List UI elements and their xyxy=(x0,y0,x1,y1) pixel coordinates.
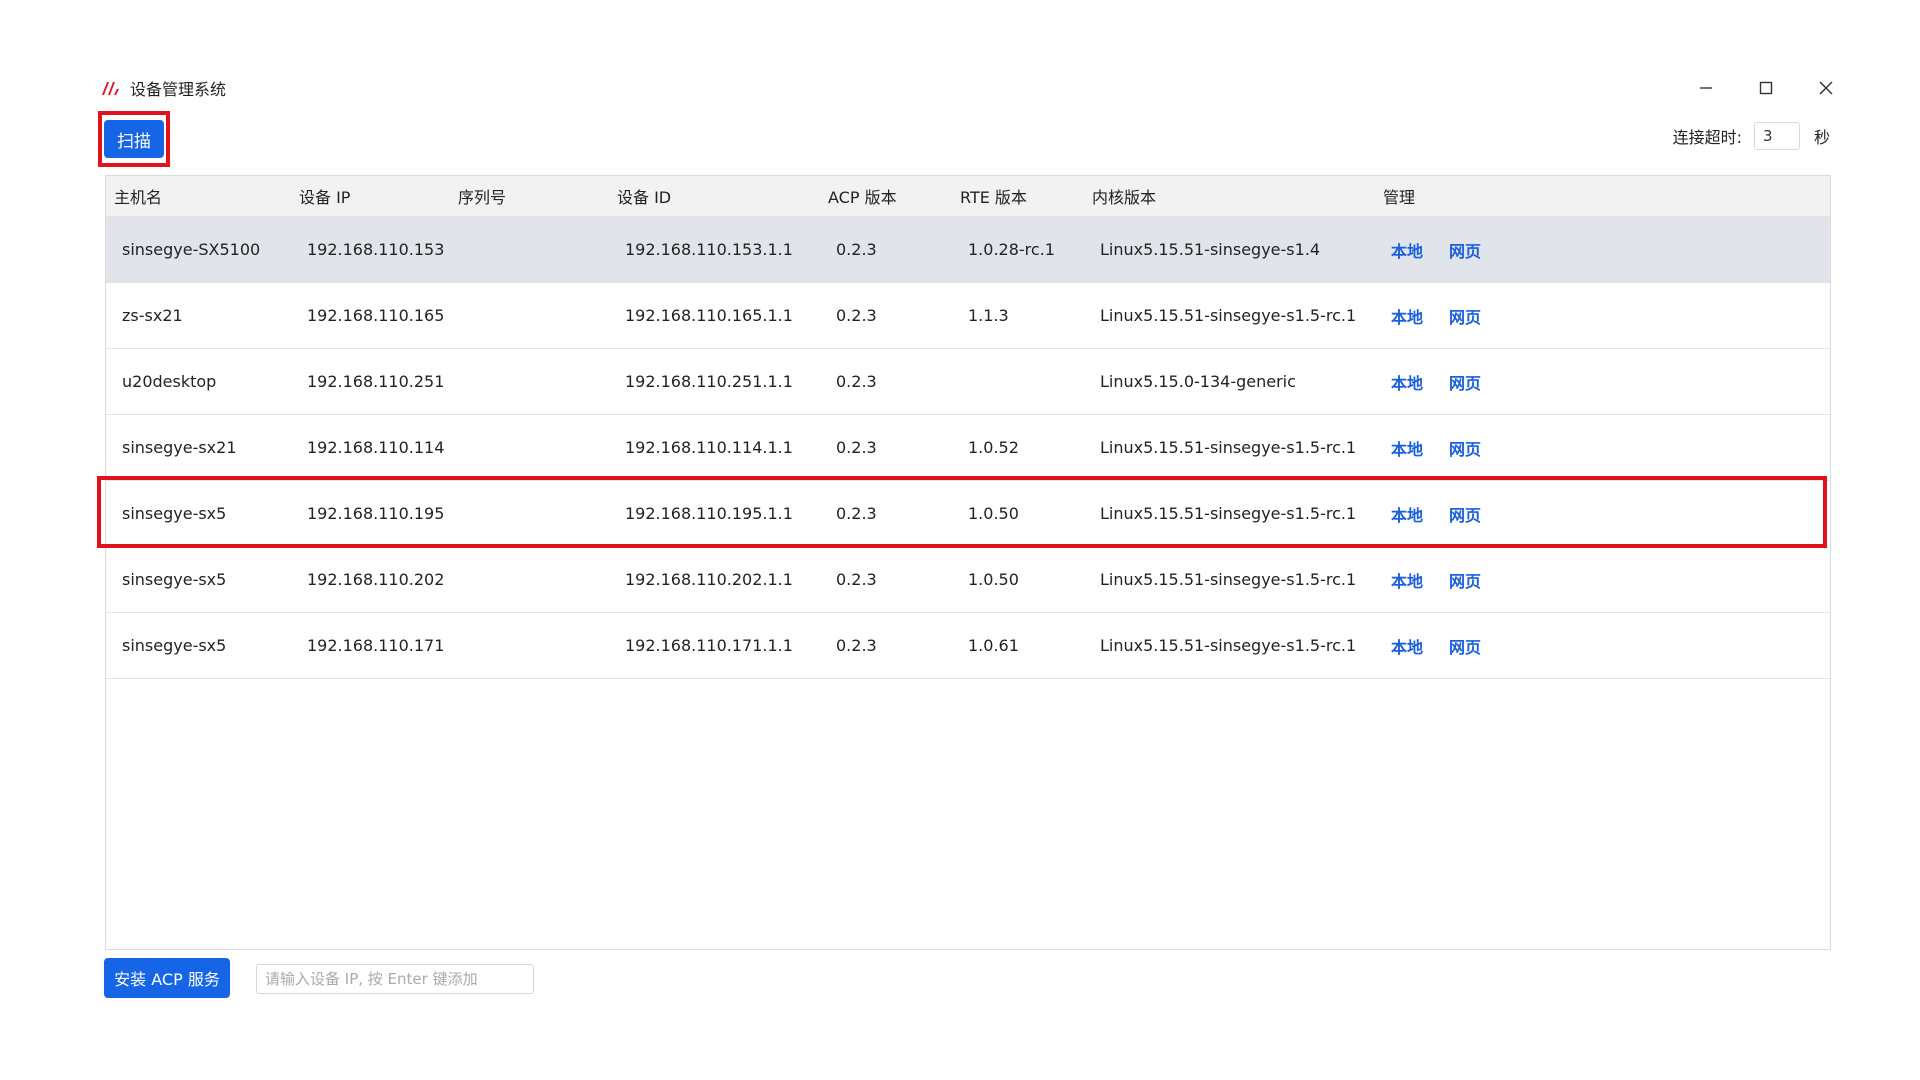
header-rte-version[interactable]: RTE 版本 xyxy=(952,184,1084,208)
local-link[interactable]: 本地 xyxy=(1391,304,1423,328)
table-header: 主机名 设备 IP 序列号 设备 ID ACP 版本 RTE 版本 内核版本 管… xyxy=(106,176,1830,217)
table-row[interactable]: sinsegye-sx5 192.168.110.171 192.168.110… xyxy=(106,613,1830,679)
cell-manage: 本地 网页 xyxy=(1375,370,1675,394)
cell-device-id: 192.168.110.153.1.1 xyxy=(625,240,793,259)
header-ip[interactable]: 设备 IP xyxy=(291,184,450,208)
cell-acp-version: 0.2.3 xyxy=(836,504,877,523)
app-title: 设备管理系统 xyxy=(130,80,227,99)
cell-kernel-version: Linux5.15.51-sinsegye-s1.5-rc.1 xyxy=(1100,570,1357,589)
device-ip-input[interactable] xyxy=(256,964,534,994)
cell-acp-version: 0.2.3 xyxy=(836,306,877,325)
cell-kernel-version: Linux5.15.0-134-generic xyxy=(1100,372,1296,391)
cell-manage: 本地 网页 xyxy=(1375,502,1675,526)
minimize-icon xyxy=(1700,87,1712,89)
cell-manage: 本地 网页 xyxy=(1375,634,1675,658)
cell-manage: 本地 网页 xyxy=(1375,436,1675,460)
close-button[interactable] xyxy=(1796,72,1856,104)
cell-acp-version: 0.2.3 xyxy=(836,240,877,259)
cell-rte-version: 1.0.50 xyxy=(968,504,1019,523)
cell-device-id: 192.168.110.195.1.1 xyxy=(625,504,793,523)
cell-kernel-version: Linux5.15.51-sinsegye-s1.5-rc.1 xyxy=(1100,306,1357,325)
cell-ip: 192.168.110.165 xyxy=(307,306,445,325)
header-manage: 管理 xyxy=(1383,188,1416,207)
web-link[interactable]: 网页 xyxy=(1449,304,1481,328)
local-link[interactable]: 本地 xyxy=(1391,436,1423,460)
timeout-setting: 连接超时: 秒 xyxy=(1673,122,1830,150)
web-link[interactable]: 网页 xyxy=(1449,436,1481,460)
web-link[interactable]: 网页 xyxy=(1449,568,1481,592)
cell-rte-version: 1.0.61 xyxy=(968,636,1019,655)
table-row[interactable]: sinsegye-SX5100 192.168.110.153 192.168.… xyxy=(106,217,1830,283)
cell-rte-version: 1.0.52 xyxy=(968,438,1019,457)
web-link[interactable]: 网页 xyxy=(1449,238,1481,262)
cell-acp-version: 0.2.3 xyxy=(836,636,877,655)
web-link[interactable]: 网页 xyxy=(1449,634,1481,658)
cell-rte-version: 1.0.50 xyxy=(968,570,1019,589)
table-row[interactable]: sinsegye-sx21 192.168.110.114 192.168.11… xyxy=(106,415,1830,481)
title-bar: 设备管理系统 xyxy=(100,74,226,102)
cell-acp-version: 0.2.3 xyxy=(836,570,877,589)
header-host[interactable]: 主机名 xyxy=(106,184,291,208)
table-row[interactable]: sinsegye-sx5 192.168.110.195 192.168.110… xyxy=(106,481,1830,547)
cell-host: sinsegye-sx5 xyxy=(122,636,227,655)
device-table: 主机名 设备 IP 序列号 设备 ID ACP 版本 RTE 版本 内核版本 管… xyxy=(105,175,1831,950)
cell-kernel-version: Linux5.15.51-sinsegye-s1.5-rc.1 xyxy=(1100,636,1357,655)
timeout-input[interactable] xyxy=(1753,122,1800,150)
web-link[interactable]: 网页 xyxy=(1449,370,1481,394)
cell-ip: 192.168.110.202 xyxy=(307,570,445,589)
cell-host: zs-sx21 xyxy=(122,306,183,325)
app-logo-icon xyxy=(102,82,119,95)
cell-ip: 192.168.110.195 xyxy=(307,504,445,523)
close-icon xyxy=(1819,81,1833,95)
cell-device-id: 192.168.110.171.1.1 xyxy=(625,636,793,655)
cell-kernel-version: Linux5.15.51-sinsegye-s1.4 xyxy=(1100,240,1321,259)
cell-device-id: 192.168.110.165.1.1 xyxy=(625,306,793,325)
web-link[interactable]: 网页 xyxy=(1449,502,1481,526)
local-link[interactable]: 本地 xyxy=(1391,568,1423,592)
cell-kernel-version: Linux5.15.51-sinsegye-s1.5-rc.1 xyxy=(1100,504,1357,523)
local-link[interactable]: 本地 xyxy=(1391,370,1423,394)
local-link[interactable]: 本地 xyxy=(1391,238,1423,262)
cell-ip: 192.168.110.251 xyxy=(307,372,445,391)
table-row[interactable]: zs-sx21 192.168.110.165 192.168.110.165.… xyxy=(106,283,1830,349)
cell-acp-version: 0.2.3 xyxy=(836,438,877,457)
install-acp-button[interactable]: 安装 ACP 服务 xyxy=(104,958,230,998)
cell-ip: 192.168.110.114 xyxy=(307,438,445,457)
cell-ip: 192.168.110.171 xyxy=(307,636,445,655)
local-link[interactable]: 本地 xyxy=(1391,502,1423,526)
app-window: 设备管理系统 扫描 连接超时: 秒 主机名 设备 IP 序列号 设备 ID AC… xyxy=(0,0,1920,1080)
timeout-unit: 秒 xyxy=(1813,128,1830,147)
header-serial[interactable]: 序列号 xyxy=(450,184,609,208)
cell-host: u20desktop xyxy=(122,372,217,391)
local-link[interactable]: 本地 xyxy=(1391,634,1423,658)
timeout-label: 连接超时: xyxy=(1672,128,1742,147)
cell-manage: 本地 网页 xyxy=(1375,304,1675,328)
maximize-icon xyxy=(1759,81,1773,95)
cell-manage: 本地 网页 xyxy=(1375,568,1675,592)
cell-kernel-version: Linux5.15.51-sinsegye-s1.5-rc.1 xyxy=(1100,438,1357,457)
scan-button[interactable]: 扫描 xyxy=(104,120,164,158)
table-row[interactable]: sinsegye-sx5 192.168.110.202 192.168.110… xyxy=(106,547,1830,613)
cell-device-id: 192.168.110.202.1.1 xyxy=(625,570,793,589)
minimize-button[interactable] xyxy=(1676,72,1736,104)
cell-host: sinsegye-sx5 xyxy=(122,570,227,589)
cell-rte-version: 1.1.3 xyxy=(968,306,1009,325)
cell-host: sinsegye-sx21 xyxy=(122,438,237,457)
header-acp-version[interactable]: ACP 版本 xyxy=(820,184,952,208)
scan-button-highlight: 扫描 xyxy=(98,111,170,167)
cell-manage: 本地 网页 xyxy=(1375,238,1675,262)
window-controls xyxy=(1676,72,1856,104)
table-row[interactable]: u20desktop 192.168.110.251 192.168.110.2… xyxy=(106,349,1830,415)
maximize-button[interactable] xyxy=(1736,72,1796,104)
cell-host: sinsegye-sx5 xyxy=(122,504,227,523)
cell-rte-version: 1.0.28-rc.1 xyxy=(968,240,1055,259)
cell-ip: 192.168.110.153 xyxy=(307,240,445,259)
cell-acp-version: 0.2.3 xyxy=(836,372,877,391)
cell-device-id: 192.168.110.251.1.1 xyxy=(625,372,793,391)
header-kernel-version[interactable]: 内核版本 xyxy=(1084,184,1375,208)
cell-device-id: 192.168.110.114.1.1 xyxy=(625,438,793,457)
header-device-id[interactable]: 设备 ID xyxy=(609,184,820,208)
cell-host: sinsegye-SX5100 xyxy=(122,240,261,259)
